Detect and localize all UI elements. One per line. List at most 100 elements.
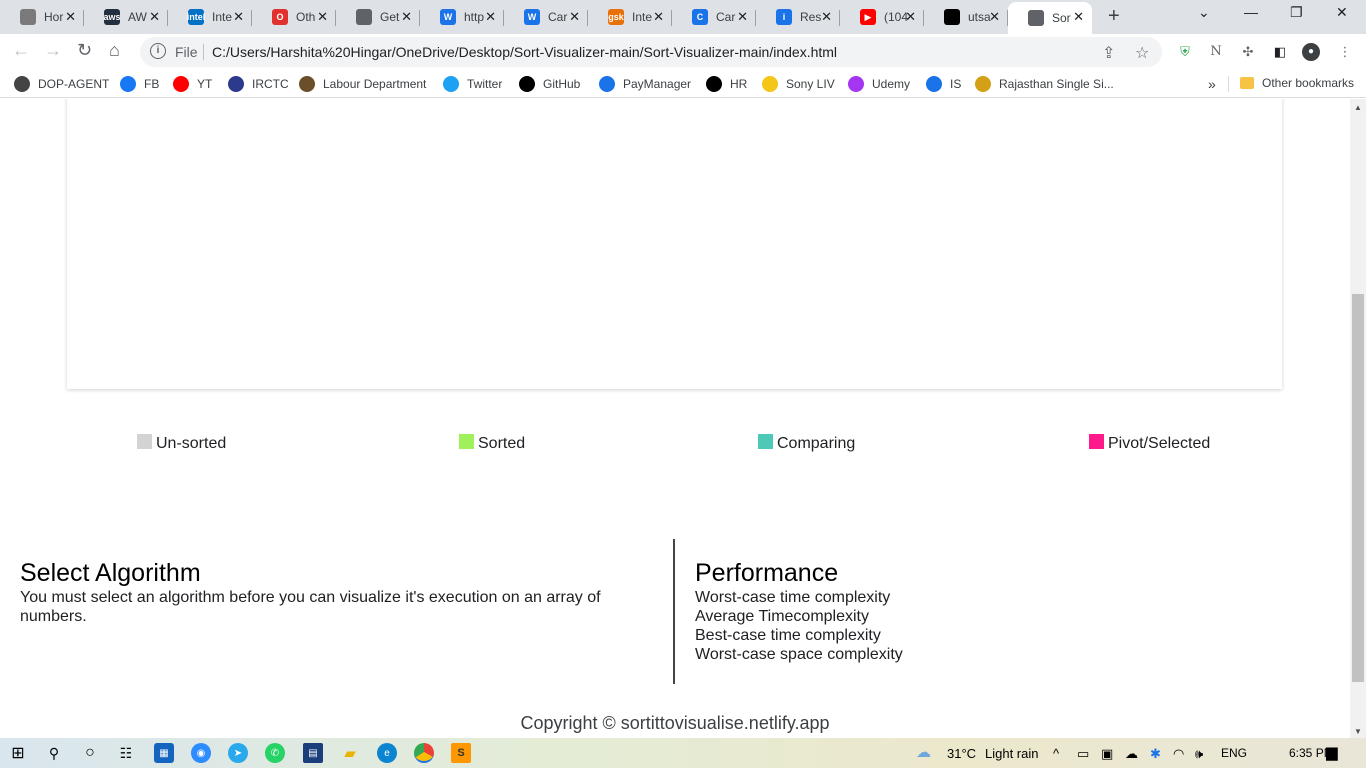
bookmark-item[interactable]: Udemy <box>848 76 910 92</box>
battery-icon[interactable]: ▭ <box>1077 746 1089 762</box>
tab-close-icon[interactable]: ✕ <box>233 9 244 25</box>
reload-icon[interactable]: ↻ <box>77 40 92 61</box>
page-scrollbar[interactable]: ▲ ▼ <box>1350 99 1366 738</box>
tab-close-icon[interactable]: ✕ <box>905 9 916 25</box>
bookmark-item[interactable]: HR <box>706 76 747 92</box>
scroll-up-arrow-icon[interactable]: ▲ <box>1354 103 1362 112</box>
address-bar[interactable]: i File C:/Users/Harshita%20Hingar/OneDri… <box>140 37 1162 67</box>
browser-tab[interactable]: O Oth ✕ <box>252 2 336 32</box>
home-icon[interactable]: ⌂ <box>109 40 120 61</box>
site-info-icon[interactable]: i <box>150 43 166 59</box>
store-icon[interactable]: ▦ <box>154 743 174 763</box>
notification-center-icon[interactable]: ▆ <box>1326 743 1338 761</box>
onedrive-icon[interactable]: ☁ <box>1125 746 1138 762</box>
tab-close-icon[interactable]: ✕ <box>485 9 496 25</box>
language-indicator[interactable]: ENG <box>1221 746 1247 760</box>
tab-close-icon[interactable]: ✕ <box>821 9 832 25</box>
forward-button[interactable]: → <box>44 40 62 61</box>
browser-tab[interactable]: ▶ (104 ✕ <box>840 2 924 32</box>
cortana-icon[interactable]: ○ <box>80 743 100 763</box>
bookmark-label: GitHub <box>543 77 581 91</box>
tab-favicon-icon: i <box>776 9 792 25</box>
task-view-icon[interactable]: ☷ <box>116 743 136 763</box>
volume-icon[interactable]: 🕪 <box>1195 746 1203 762</box>
tab-close-icon[interactable]: ✕ <box>1073 9 1084 25</box>
browser-tab[interactable]: i Res ✕ <box>756 2 840 32</box>
network-adapter-icon[interactable]: ▣ <box>1101 746 1113 762</box>
tab-close-icon[interactable]: ✕ <box>401 9 412 25</box>
browser-tab[interactable]: gsk Inte ✕ <box>588 2 672 32</box>
menu-kebab-icon[interactable]: ⋮ <box>1336 43 1354 61</box>
file-explorer-icon[interactable]: ▰ <box>340 743 360 763</box>
bookmark-item[interactable]: Twitter <box>443 76 502 92</box>
scroll-thumb[interactable] <box>1352 294 1364 682</box>
bookmark-favicon-icon <box>975 76 991 92</box>
bookmark-star-icon[interactable]: ☆ <box>1135 43 1149 63</box>
tab-close-icon[interactable]: ✕ <box>989 9 1000 25</box>
new-tab-button[interactable]: + <box>1108 5 1120 28</box>
bookmark-item[interactable]: Rajasthan Single Si... <box>975 76 1114 92</box>
close-window-button[interactable]: ✕ <box>1336 4 1348 21</box>
browser-tab[interactable]: Get ✕ <box>336 2 420 32</box>
browser-tab[interactable]: Sor ✕ <box>1008 2 1092 34</box>
bookmark-item[interactable]: Labour Department <box>299 76 426 92</box>
browser-tab[interactable]: utsa ✕ <box>924 2 1008 32</box>
select-algorithm-description: You must select an algorithm before you … <box>20 589 601 625</box>
scroll-down-arrow-icon[interactable]: ▼ <box>1354 727 1362 736</box>
tab-favicon-icon: aws <box>104 9 121 25</box>
tab-close-icon[interactable]: ✕ <box>65 9 76 25</box>
tray-overflow-chevron-icon[interactable]: ^ <box>1053 746 1059 761</box>
bookmark-favicon-icon <box>762 76 778 92</box>
tab-favicon-icon: W <box>524 9 540 25</box>
telegram-icon[interactable]: ➤ <box>228 743 248 763</box>
edge-icon[interactable]: e <box>377 743 397 763</box>
profile-avatar[interactable]: ● <box>1302 43 1320 61</box>
bookmarks-divider <box>1228 76 1229 92</box>
legend-swatch <box>459 433 474 449</box>
windows-start-icon[interactable]: ⊞ <box>8 743 28 763</box>
url-text[interactable]: C:/Users/Harshita%20Hingar/OneDrive/Desk… <box>212 44 837 60</box>
notion-extension-icon[interactable]: N <box>1207 43 1225 61</box>
bookmark-item[interactable]: IRCTC <box>228 76 289 92</box>
other-bookmarks-folder[interactable]: Other bookmarks <box>1240 76 1354 90</box>
bookmark-item[interactable]: GitHub <box>519 76 580 92</box>
tab-close-icon[interactable]: ✕ <box>149 9 160 25</box>
zoom-icon[interactable]: ◉ <box>191 743 211 763</box>
extensions-puzzle-icon[interactable]: ✣ <box>1239 43 1257 61</box>
browser-tab[interactable]: C Car ✕ <box>672 2 756 32</box>
shield-extension-icon[interactable]: ⛨ <box>1176 43 1194 61</box>
tab-close-icon[interactable]: ✕ <box>317 9 328 25</box>
bookmark-item[interactable]: FB <box>120 76 159 92</box>
photos-app-icon[interactable]: ▤ <box>303 743 323 763</box>
browser-tab[interactable]: W Car ✕ <box>504 2 588 32</box>
share-icon[interactable]: ⇪ <box>1102 43 1115 63</box>
bookmark-item[interactable]: IS <box>926 76 961 92</box>
tab-close-icon[interactable]: ✕ <box>653 9 664 25</box>
bookmark-item[interactable]: DOP-AGENT <box>14 76 109 92</box>
bookmarks-overflow-chevron[interactable]: » <box>1208 76 1216 92</box>
tab-search-icon[interactable]: ⌄ <box>1198 4 1210 21</box>
browser-tab[interactable]: aws AW ✕ <box>84 2 168 32</box>
bookmark-item[interactable]: Sony LIV <box>762 76 835 92</box>
weather-temp[interactable]: 31°C <box>947 746 976 761</box>
maximize-button[interactable]: ❐ <box>1290 4 1303 21</box>
search-icon[interactable]: ⚲ <box>44 743 64 763</box>
tab-close-icon[interactable]: ✕ <box>737 9 748 25</box>
weather-icon: ☁ <box>916 744 931 761</box>
whatsapp-icon[interactable]: ✆ <box>265 743 285 763</box>
back-button[interactable]: ← <box>12 40 30 61</box>
bluetooth-icon[interactable]: ✱ <box>1150 746 1161 762</box>
minimize-button[interactable]: — <box>1244 4 1258 20</box>
browser-tab[interactable]: Whttp ✕ <box>420 2 504 32</box>
sublime-text-icon[interactable]: S <box>451 743 471 763</box>
legend-swatch <box>758 433 773 449</box>
side-panel-icon[interactable]: ◧ <box>1271 43 1289 61</box>
chrome-icon[interactable] <box>414 743 434 763</box>
bookmark-item[interactable]: PayManager <box>599 76 691 92</box>
weather-desc[interactable]: Light rain <box>985 746 1038 761</box>
wifi-icon[interactable]: ◠ <box>1173 746 1184 762</box>
bookmark-item[interactable]: YT <box>173 76 212 92</box>
browser-tab[interactable]: Hor ✕ <box>0 2 84 32</box>
browser-tab[interactable]: intel Inte ✕ <box>168 2 252 32</box>
tab-close-icon[interactable]: ✕ <box>569 9 580 25</box>
